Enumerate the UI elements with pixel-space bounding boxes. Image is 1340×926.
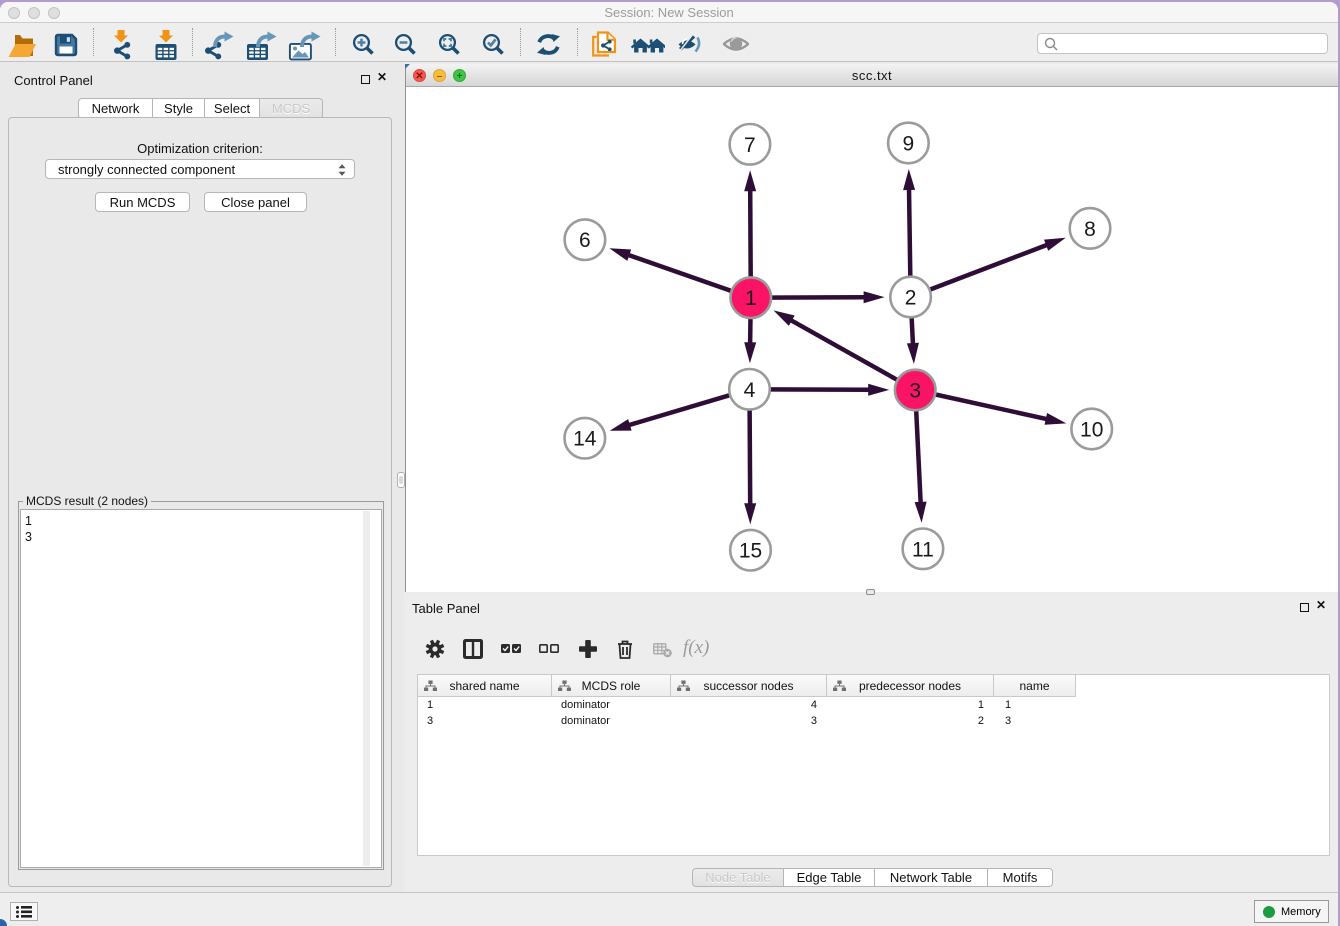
svg-text:11: 11	[912, 538, 934, 561]
svg-text:1: 1	[745, 287, 757, 310]
svg-text:3: 3	[909, 380, 921, 403]
svg-text:6: 6	[579, 229, 591, 252]
svg-text:4: 4	[744, 379, 756, 402]
svg-text:15: 15	[739, 540, 762, 563]
svg-text:2: 2	[905, 287, 917, 310]
svg-text:10: 10	[1080, 419, 1103, 442]
svg-text:9: 9	[903, 133, 915, 156]
svg-text:14: 14	[573, 428, 597, 451]
svg-text:8: 8	[1084, 218, 1096, 241]
svg-text:7: 7	[744, 134, 756, 157]
